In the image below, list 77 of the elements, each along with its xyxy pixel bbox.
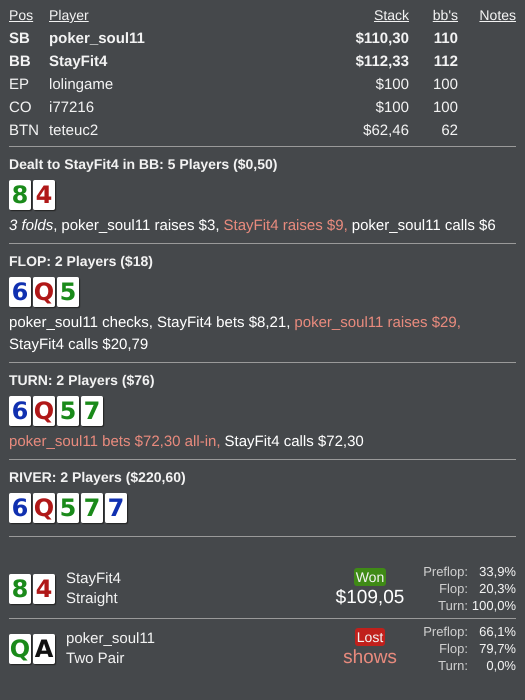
table-cell-text: EP — [9, 75, 30, 95]
equity-value: 0,0% — [485, 657, 516, 674]
table-cell-text: $100 — [374, 75, 409, 95]
playing-card: 6 — [9, 277, 31, 307]
playing-card: 7 — [81, 493, 103, 523]
action-text: StayFit4 calls $72,30 — [224, 432, 364, 452]
column-header[interactable]: Pos — [9, 4, 49, 27]
action-text: poker_soul11 raises $3, — [61, 216, 220, 236]
playing-card: 4 — [33, 180, 55, 210]
action-text: StayFit4 calls $20,79 — [9, 335, 148, 355]
playing-card: 5 — [57, 277, 79, 307]
playing-card: 8 — [9, 180, 31, 210]
playing-card: 5 — [57, 493, 79, 523]
hand-name: Two Pair — [66, 648, 126, 668]
action-text: poker_soul11 checks, — [9, 313, 153, 333]
action-text: 3 folds, — [9, 216, 58, 236]
equity-label: Turn: — [437, 597, 468, 614]
table-cell-text: 100 — [432, 75, 458, 95]
equity-label: Preflop: — [422, 623, 468, 640]
playing-card: Q — [33, 493, 55, 523]
column-header[interactable]: Notes — [458, 4, 516, 27]
equity-label: Turn: — [437, 657, 468, 674]
playing-card: Q — [9, 634, 31, 664]
result-amount: shows — [343, 646, 397, 670]
table-cell-text: i77216 — [49, 98, 96, 118]
equity-value: 66,1% — [478, 623, 516, 640]
table-cell-text: teteuc2 — [49, 121, 100, 141]
equity-value: 79,7% — [478, 640, 516, 657]
table-cell-text: 110 — [432, 29, 458, 49]
result-amount: $109,05 — [336, 586, 404, 610]
player-name: poker_soul11 — [66, 628, 155, 648]
table-cell-text: 62 — [440, 121, 458, 141]
table-cell-text: BTN — [9, 121, 40, 141]
playing-card: 6 — [9, 493, 31, 523]
table-cell-text: StayFit4 — [49, 52, 108, 72]
table-cell-text: $100 — [374, 98, 409, 118]
table-cell-text: $112,33 — [356, 52, 409, 72]
table-cell-text: lolingame — [49, 75, 114, 95]
result-badge: Lost — [354, 628, 386, 646]
table-cell-text: SB — [9, 29, 31, 49]
table-cell-text: $110,30 — [356, 29, 409, 49]
playing-card: Q — [33, 277, 55, 307]
hand-name: Straight — [66, 588, 119, 608]
street-title: TURN: 2 Players ($76) — [9, 371, 156, 390]
street-title: FLOP: 2 Players ($18) — [9, 252, 154, 271]
playing-card: Q — [33, 396, 55, 426]
column-header[interactable]: bb's — [409, 4, 458, 27]
equity-label: Flop: — [438, 580, 468, 597]
result-badge: Won — [354, 568, 386, 586]
playing-card: A — [33, 634, 55, 664]
street-title: Dealt to StayFit4 in BB: 5 Players ($0,50) — [9, 155, 278, 174]
playing-card: 7 — [105, 493, 127, 523]
equity-label: Flop: — [438, 640, 468, 657]
equity-value: 100,0% — [470, 597, 516, 614]
playing-card: 6 — [9, 396, 31, 426]
equity-value: 33,9% — [478, 563, 516, 580]
action-text: poker_soul11 bets $72,30 all-in, — [9, 432, 221, 452]
action-text: StayFit4 bets $8,21, — [156, 313, 290, 333]
action-text: poker_soul11 calls $6 — [352, 216, 496, 236]
playing-card: 8 — [9, 574, 31, 604]
action-text: StayFit4 raises $9, — [224, 216, 348, 236]
equity-value: 20,3% — [478, 580, 516, 597]
table-cell-text: $62,46 — [362, 121, 409, 141]
column-header[interactable]: Player — [49, 4, 356, 27]
playing-card: 4 — [33, 574, 55, 604]
column-header[interactable]: Stack — [356, 4, 409, 27]
action-text: poker_soul11 raises $29, — [294, 313, 461, 333]
table-cell-text: CO — [9, 98, 32, 118]
table-cell-text: 112 — [432, 52, 458, 72]
player-name: StayFit4 — [66, 568, 122, 588]
table-cell-text: BB — [9, 52, 32, 72]
table-cell-text: poker_soul11 — [49, 29, 146, 49]
table-cell-text: 100 — [432, 98, 458, 118]
playing-card: 7 — [81, 396, 103, 426]
playing-card: 5 — [57, 396, 79, 426]
equity-label: Preflop: — [422, 563, 468, 580]
street-title: RIVER: 2 Players ($220,60) — [9, 468, 187, 487]
